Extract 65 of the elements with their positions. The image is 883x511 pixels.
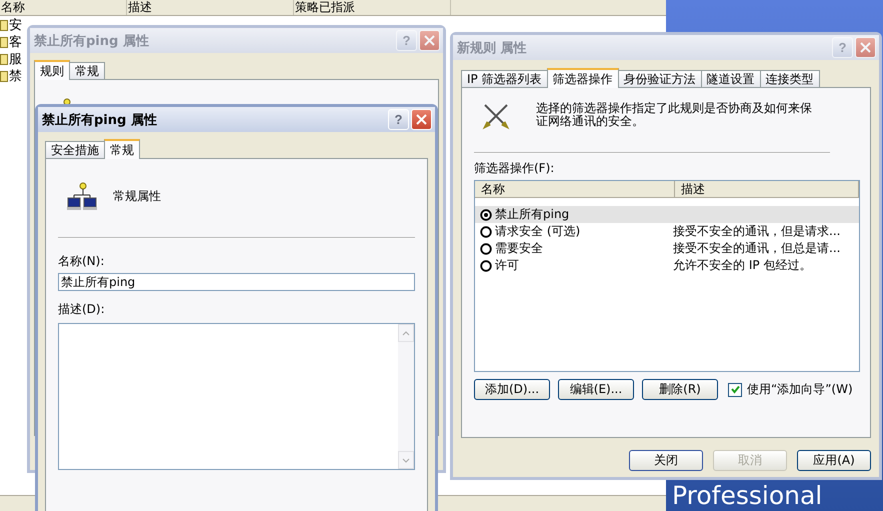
close-icon [424, 35, 435, 46]
network-computers-icon [66, 181, 98, 211]
column-header[interactable]: 描述 [675, 181, 859, 197]
folder-icon [0, 18, 8, 31]
description-field[interactable] [58, 323, 415, 470]
wizard-label[interactable]: 使用“添加向导”(W) [747, 381, 853, 398]
list-row-text[interactable]: 服 [9, 50, 22, 68]
crossed-swords-icon [482, 102, 510, 130]
close-icon [860, 42, 871, 53]
help-button[interactable]: ? [388, 109, 409, 130]
wizard-checkbox[interactable] [728, 382, 742, 396]
tab[interactable]: 安全措施 [45, 141, 105, 159]
intro-text: 选择的筛选器操作指定了此规则是否协商及如何来保证网络通讯的安全。 [536, 102, 813, 128]
list-row-text[interactable]: 安 [9, 16, 22, 34]
action-name: 需要安全 [495, 240, 543, 257]
section-heading: 常规属性 [113, 188, 161, 204]
list-row[interactable]: 禁止所有ping [475, 206, 859, 223]
action-name: 请求安全 (可选) [495, 223, 580, 240]
column-header[interactable]: 描述 [127, 0, 294, 15]
description-label: 描述(D): [58, 301, 106, 318]
tab[interactable]: 规则 [34, 60, 70, 80]
wallpaper-text: Professional [672, 481, 822, 510]
close-button[interactable] [855, 37, 876, 58]
name-field[interactable]: 禁止所有ping [58, 273, 415, 291]
dialog-button[interactable]: 关闭 [629, 450, 703, 471]
list-label: 筛选器操作(F): [474, 161, 554, 175]
tab[interactable]: 连接类型 [760, 70, 820, 88]
radio-button[interactable] [480, 208, 492, 220]
close-button[interactable] [419, 30, 440, 51]
list-row[interactable]: 需要安全 接受不安全的通讯，但总是请... [475, 240, 859, 257]
close-button[interactable] [411, 109, 432, 130]
list-row[interactable]: 许可 允许不安全的 IP 包经过。 [475, 257, 859, 274]
tab[interactable]: 隧道设置 [700, 70, 761, 88]
tab[interactable]: 筛选器操作 [546, 68, 619, 88]
tab[interactable]: IP 筛选器列表 [461, 70, 548, 88]
radio-button[interactable] [480, 226, 492, 238]
action-name: 许可 [495, 257, 519, 274]
tab[interactable]: 常规 [104, 139, 140, 159]
tab[interactable]: 身份验证方法 [618, 70, 702, 88]
action-button[interactable]: 编辑(E)... [558, 379, 634, 400]
radio-button[interactable] [480, 242, 492, 254]
window-title: 禁止所有ping 属性 [42, 112, 158, 128]
tab[interactable]: 常规 [69, 62, 105, 80]
window-title: 新规则 属性 [457, 40, 528, 56]
list-row-text[interactable]: 客 [9, 32, 22, 50]
list-row-text[interactable]: 禁 [9, 66, 22, 84]
checkmark-icon [730, 385, 740, 394]
action-button[interactable]: 添加(D)... [474, 379, 550, 400]
radio-button[interactable] [480, 260, 492, 272]
dialog-button[interactable]: 应用(A) [797, 450, 871, 471]
folder-icon [0, 35, 8, 48]
folder-icon [0, 69, 8, 82]
action-name: 禁止所有ping [495, 206, 570, 223]
action-description: 接受不安全的通讯，但总是请... [673, 240, 840, 257]
action-description: 接受不安全的通讯，但是请求... [673, 223, 840, 240]
column-header[interactable]: 策略已指派 [294, 0, 451, 15]
column-header[interactable]: 名称 [475, 181, 675, 197]
name-label: 名称(N): [58, 253, 106, 270]
column-header[interactable]: 名称 [0, 0, 127, 15]
action-button[interactable]: 删除(R) [642, 379, 718, 400]
action-description: 允许不安全的 IP 包经过。 [673, 257, 812, 274]
list-row[interactable]: 请求安全 (可选) 接受不安全的通讯，但是请求... [475, 223, 859, 240]
window-title: 禁止所有ping 属性 [34, 32, 150, 50]
folder-icon [0, 52, 8, 65]
close-icon [416, 114, 427, 125]
